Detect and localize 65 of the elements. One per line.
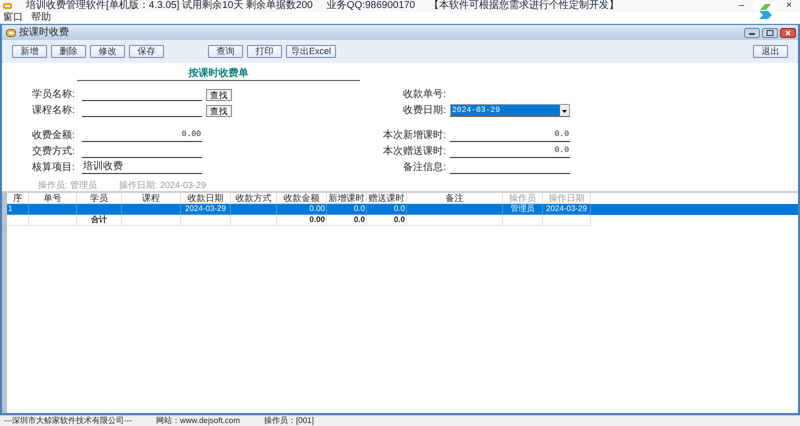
table-row[interactable]: 1 2024-03-29 0.00 0.0 0.0 管理员 2024-03-29 bbox=[7, 204, 798, 215]
table-cell bbox=[231, 215, 277, 226]
toolbar-button[interactable]: 新增 bbox=[12, 45, 47, 58]
table-cell: 2024-03-29 bbox=[181, 204, 231, 215]
table-cell bbox=[122, 215, 181, 226]
table-cell bbox=[77, 204, 122, 215]
status-text: 操作员：[001] bbox=[264, 416, 314, 425]
toolbar-button[interactable]: 保存 bbox=[129, 45, 164, 58]
field-label: 本次赠送课时: bbox=[382, 146, 446, 158]
total-cell: 0.00 bbox=[277, 215, 327, 226]
input-field[interactable]: 0.0 bbox=[450, 145, 570, 158]
status-text: 网站：www.dejsoft.com bbox=[156, 416, 240, 425]
field-label: 收费日期: bbox=[402, 105, 446, 117]
window-title: 按课时收费 bbox=[19, 26, 69, 40]
date-text: 操作日期: 2024-03-29 bbox=[119, 180, 206, 191]
table-cell: 管理员 bbox=[503, 204, 543, 215]
menu-item[interactable]: 帮助 bbox=[31, 12, 51, 23]
total-cell: 0.0 bbox=[327, 215, 367, 226]
table-cell bbox=[29, 204, 77, 215]
table-cell: 0.0 bbox=[327, 204, 367, 215]
field-label: 交费方式: bbox=[32, 146, 76, 158]
table-cell bbox=[7, 215, 29, 226]
toolbar-button[interactable]: 删除 bbox=[51, 45, 86, 58]
field-label: 本次新增课时: bbox=[382, 130, 446, 142]
date-dropdown[interactable]: 2024-03-29 bbox=[450, 104, 570, 117]
operator-text: 操作员: 管理员 bbox=[38, 180, 98, 191]
restore-button[interactable] bbox=[762, 28, 778, 38]
field-label: 核算项目: bbox=[32, 162, 76, 174]
table-cell: 0.00 bbox=[277, 204, 327, 215]
contact-text: 业务QQ:986900170 bbox=[326, 0, 416, 12]
table-cell: 1 bbox=[7, 204, 29, 215]
field-label: 学员名称: bbox=[32, 89, 76, 101]
input-field[interactable]: 0.00 bbox=[82, 129, 202, 142]
table-cell bbox=[181, 215, 231, 226]
field-label: 收费金额: bbox=[32, 130, 76, 142]
table-cell bbox=[29, 215, 77, 226]
status-text: ---深圳市大鲸家软件技术有限公司--- bbox=[4, 416, 132, 425]
total-cell: 合计 bbox=[77, 215, 122, 226]
toolbar-button[interactable]: 查询 bbox=[208, 45, 243, 58]
caret-icon[interactable] bbox=[560, 105, 569, 116]
minimize-button[interactable] bbox=[744, 28, 760, 38]
field-label: 收款单号: bbox=[402, 89, 446, 101]
lookup-button[interactable]: 查找 bbox=[206, 105, 232, 117]
window-icon bbox=[6, 28, 16, 37]
table-cell bbox=[231, 204, 277, 215]
toolbar-button[interactable]: 打印 bbox=[247, 45, 282, 58]
field-label: 备注信息: bbox=[402, 162, 446, 174]
toolbar-button[interactable]: 退出 bbox=[753, 45, 788, 58]
menu-item[interactable]: 窗口 bbox=[3, 12, 23, 23]
minimize-button[interactable]: – bbox=[738, 0, 744, 12]
table-cell: 0.0 bbox=[367, 204, 407, 215]
total-cell: 0.0 bbox=[367, 215, 407, 226]
input-field[interactable]: 0.0 bbox=[450, 129, 570, 142]
toolbar-button[interactable]: 导出Excel bbox=[286, 45, 336, 58]
table-cell bbox=[543, 215, 591, 226]
toolbar-button[interactable]: 修改 bbox=[90, 45, 125, 58]
table-cell: 2024-03-29 bbox=[543, 204, 591, 215]
table-cell bbox=[122, 204, 181, 215]
close-button[interactable]: × bbox=[786, 0, 792, 12]
table-cell bbox=[503, 215, 543, 226]
form-title: 按课时收费单 bbox=[77, 67, 360, 81]
close-button[interactable] bbox=[780, 28, 796, 38]
input-field[interactable]: 培训收费 bbox=[82, 161, 202, 174]
field-label: 课程名称: bbox=[32, 105, 76, 117]
lookup-button[interactable]: 查找 bbox=[206, 89, 232, 101]
